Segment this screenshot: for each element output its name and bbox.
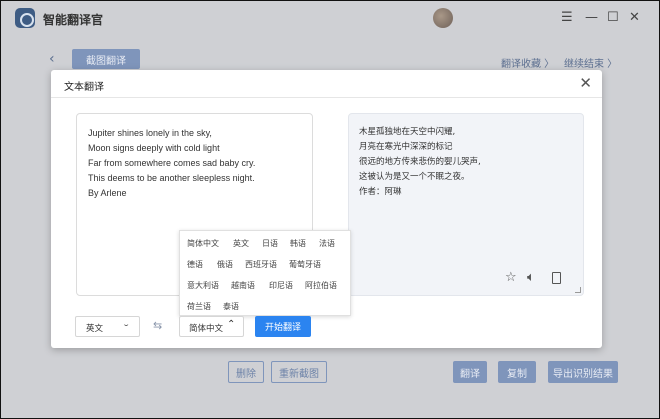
chevron-up-icon: ⌃ xyxy=(227,319,236,330)
dialog-header: 文本翻译 ✕ xyxy=(51,70,602,98)
swap-languages-icon[interactable]: ⇆ xyxy=(153,319,162,332)
language-option[interactable]: 荷兰语 xyxy=(187,301,211,312)
copy-button[interactable]: 复制 xyxy=(498,361,536,383)
resize-grip-icon[interactable] xyxy=(575,287,581,293)
tab-screenshot-translate[interactable]: 截图翻译 xyxy=(72,49,140,69)
delete-button[interactable]: 删除 xyxy=(228,361,264,383)
target-language-select[interactable]: 简体中文 ⌃ xyxy=(179,316,244,337)
app-title: 智能翻译官 xyxy=(43,13,104,27)
minimize-icon[interactable]: — xyxy=(585,11,598,25)
language-option[interactable]: 印尼语 xyxy=(269,280,293,291)
language-dropdown-menu: 简体中文 英文 日语 韩语 法语 德语 俄语 西班牙语 葡萄牙语 意大利语 越南… xyxy=(179,230,351,316)
star-icon[interactable]: ☆ xyxy=(505,271,517,285)
translate-button[interactable]: 翻译 xyxy=(453,361,487,383)
back-icon[interactable]: ‹ xyxy=(49,51,55,67)
start-translate-button[interactable]: 开始翻译 xyxy=(255,316,311,337)
app-logo-icon xyxy=(15,8,35,28)
language-option[interactable]: 法语 xyxy=(319,238,335,249)
language-option[interactable]: 泰语 xyxy=(223,301,239,312)
language-option[interactable]: 简体中文 xyxy=(187,238,219,249)
language-option[interactable]: 德语 xyxy=(187,259,203,270)
language-option[interactable]: 英文 xyxy=(233,238,249,249)
language-option[interactable]: 西班牙语 xyxy=(245,259,277,270)
speaker-icon[interactable]: 🔈︎ xyxy=(527,271,535,285)
favorites-link[interactable]: 翻译收藏 〉 xyxy=(501,55,554,70)
language-option[interactable]: 韩语 xyxy=(290,238,306,249)
language-option[interactable]: 葡萄牙语 xyxy=(289,259,321,270)
maximize-icon[interactable]: ☐ xyxy=(607,11,619,25)
dialog-title: 文本翻译 xyxy=(64,82,104,93)
result-text-area: 木星孤独地在天空中闪耀, 月亮在寒光中深深的标记 很远的地方传来悲伤的婴儿哭声,… xyxy=(348,113,584,296)
target-language-label: 简体中文 xyxy=(189,324,224,334)
copy-icon[interactable] xyxy=(552,272,561,284)
close-icon[interactable]: ✕ xyxy=(579,75,592,91)
recapture-button[interactable]: 重新截图 xyxy=(271,361,327,383)
language-option[interactable]: 俄语 xyxy=(217,259,233,270)
export-results-button[interactable]: 导出识别结果 xyxy=(548,361,618,383)
continue-link[interactable]: 继续结束 〉 xyxy=(564,55,617,70)
source-language-select[interactable]: 英文 ⌄ xyxy=(75,316,140,337)
text-translate-dialog: 文本翻译 ✕ Jupiter shines lonely in the sky,… xyxy=(51,70,602,348)
chevron-down-icon: ⌄ xyxy=(122,321,131,328)
language-option[interactable]: 阿拉伯语 xyxy=(305,280,337,291)
avatar[interactable] xyxy=(433,8,453,28)
language-option[interactable]: 意大利语 xyxy=(187,280,219,291)
menu-icon[interactable]: ☰ xyxy=(561,11,573,25)
language-option[interactable]: 日语 xyxy=(262,238,278,249)
language-option[interactable]: 越南语 xyxy=(231,280,255,291)
title-bar: 智能翻译官 ☰ — ☐ ✕ xyxy=(1,1,659,35)
source-language-label: 英文 xyxy=(86,324,104,334)
close-window-icon[interactable]: ✕ xyxy=(629,11,640,25)
result-text: 木星孤独地在天空中闪耀, 月亮在寒光中深深的标记 很远的地方传来悲伤的婴儿哭声,… xyxy=(359,127,481,197)
source-text[interactable]: Jupiter shines lonely in the sky, Moon s… xyxy=(88,126,255,201)
